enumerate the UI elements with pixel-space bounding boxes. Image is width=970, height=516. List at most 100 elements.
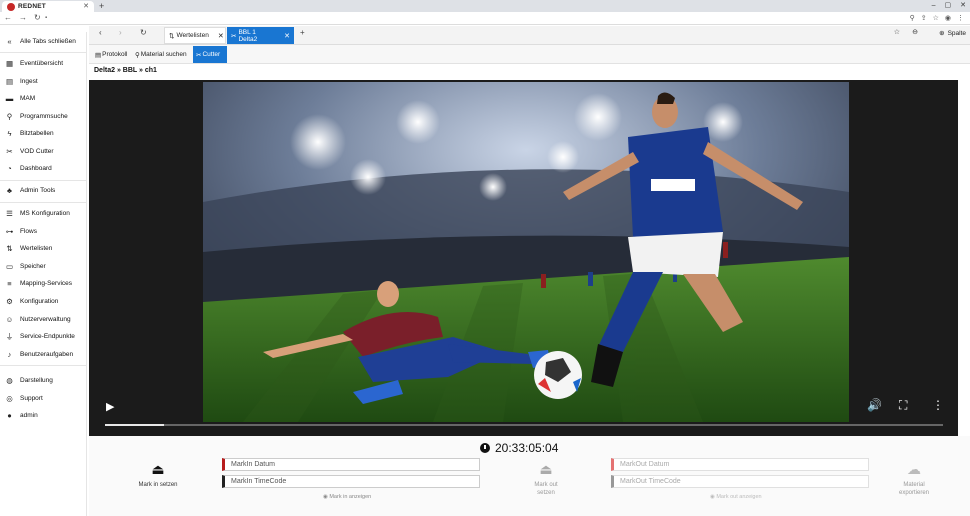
progress-fill <box>105 424 164 426</box>
sidebar-item-mapping-services[interactable]: ≡ Mapping-Services <box>0 276 87 290</box>
dashboard-icon: ◔ <box>7 163 12 173</box>
sidebar-item-nutzerverwaltung[interactable]: ☺ Nutzerverwaltung <box>0 312 87 326</box>
sidebar-item-bitztabellen[interactable]: ϟ Bitztabellen <box>0 126 87 140</box>
document-icon: ▤ <box>95 51 102 59</box>
brand-name: REDNET <box>18 3 46 10</box>
scissors-icon: ✂ <box>231 32 237 40</box>
sidebar-item-mam[interactable]: ▬ MAM <box>0 91 87 105</box>
show-mark-out-link[interactable]: ◉ Mark out anzeigen <box>710 494 762 500</box>
sidebar-item-vod-cutter[interactable]: ✂ VOD Cutter <box>0 144 87 158</box>
address-bar: ← → ↻ ▪ ⚲ ⇪ ☆ ◉ ⋮ <box>0 12 970 25</box>
fullscreen-icon[interactable]: ⛶ <box>899 398 907 413</box>
protokoll-button[interactable]: ▤ Protokoll <box>92 46 130 63</box>
menu-icon[interactable]: ⋮ <box>957 14 964 22</box>
add-tab-button[interactable]: + <box>300 28 305 37</box>
sidebar-item-admin[interactable]: ● admin <box>0 408 87 422</box>
video-frame <box>203 82 849 422</box>
scissors-icon: ✂ <box>196 51 202 59</box>
minimize-icon[interactable]: – <box>932 0 936 12</box>
forward-icon[interactable]: → <box>19 13 27 22</box>
volume-icon[interactable]: 🔊 <box>867 398 882 412</box>
zoom-icon[interactable]: ⚲ <box>910 14 915 22</box>
star-icon[interactable]: ☆ <box>894 28 900 36</box>
sidebar-item-benutzeraufgaben[interactable]: ♪ Benutzeraufgaben <box>0 347 87 361</box>
eye-icon: ◉ <box>710 494 715 500</box>
tab-bbl-1-delta2[interactable]: ✂ BBL 1 Delta2 ✕ <box>227 27 294 44</box>
scissors-icon: ✂ <box>6 146 13 156</box>
close-icon[interactable]: ✕ <box>284 32 290 40</box>
bell-icon: ♪ <box>7 349 12 359</box>
minus-circle-icon[interactable]: ⊖ <box>912 28 918 36</box>
sidebar-item-ms-konfiguration[interactable]: ☰ MS Konfiguration <box>0 206 87 220</box>
more-options-icon[interactable]: ⋮ <box>932 398 944 412</box>
sidebar-item-speicher[interactable]: ▭ Speicher <box>0 259 87 273</box>
markin-date-field[interactable]: MarkIn Datum <box>222 458 480 471</box>
browser-tab[interactable]: REDNET ✕ <box>2 1 94 12</box>
close-icon[interactable]: ✕ <box>218 32 224 40</box>
markout-timecode-field[interactable]: MarkOut TimeCode <box>611 475 869 488</box>
lock-icon[interactable]: ▪ <box>45 15 47 21</box>
spalte-button[interactable]: ⊕ Spalte <box>939 29 966 38</box>
eject-icon: ⏏ <box>539 461 553 477</box>
sidebar-item-eventuebersicht[interactable]: ▦ Eventübersicht <box>0 56 87 70</box>
chevron-right-icon[interactable]: › <box>119 28 122 37</box>
flow-icon: ⊶ <box>5 226 14 236</box>
plug-icon: ⏚ <box>5 331 14 341</box>
close-icon[interactable]: ✕ <box>83 2 89 10</box>
sidebar-item-service-endpunkte[interactable]: ⏚ Service-Endpunkte <box>0 329 87 343</box>
sub-toolbar: ▤ Protokoll ⚲ Material suchen ✂ Cutter <box>89 45 970 64</box>
plus-circle-icon: ⊕ <box>939 30 945 37</box>
double-chevron-left-icon: « <box>7 36 12 46</box>
sidebar-item-darstellung[interactable]: ◍ Darstellung <box>0 373 87 387</box>
markin-timecode-field[interactable]: MarkIn TimeCode <box>222 475 480 488</box>
video-player[interactable]: ▶ 🔊 ⛶ ⋮ <box>89 80 958 436</box>
profile-icon[interactable]: ◉ <box>945 14 951 22</box>
clock-icon <box>480 443 490 453</box>
calendar-icon: ▦ <box>5 58 14 68</box>
bolt-icon: ϟ <box>7 128 12 138</box>
sidebar-item-wertelisten[interactable]: ⇅ Wertelisten <box>0 241 87 255</box>
sidebar: «Alle Tabs schließen ▦ Eventübersicht ▤ In… <box>0 32 87 516</box>
back-icon[interactable]: ← <box>4 13 12 22</box>
user-cog-icon: ♣ <box>7 185 12 195</box>
storage-icon: ▭ <box>5 261 14 271</box>
reload-icon[interactable]: ↻ <box>140 28 147 37</box>
tab-wertelisten[interactable]: ⇅ Wertelisten ✕ <box>164 27 226 44</box>
material-suchen-button[interactable]: ⚲ Material suchen <box>132 46 190 63</box>
mark-out-button[interactable]: ⏏ Mark out setzen <box>526 461 566 497</box>
chevron-left-icon[interactable]: ‹ <box>99 28 102 37</box>
sidebar-item-flows[interactable]: ⊶ Flows <box>0 224 87 238</box>
star-icon[interactable]: ☆ <box>933 14 939 22</box>
new-tab-button[interactable]: + <box>99 1 104 11</box>
maximize-icon[interactable]: ▢ <box>945 0 952 12</box>
current-timecode: 20:33:05:04 <box>480 441 558 455</box>
reload-icon[interactable]: ↻ <box>34 13 41 22</box>
search-icon: ⚲ <box>6 111 13 121</box>
sidebar-item-konfiguration[interactable]: ⚙ Konfiguration <box>0 294 87 308</box>
show-mark-in-link[interactable]: ◉ Mark in anzeigen <box>323 494 371 500</box>
globe-icon: ◎ <box>6 393 13 403</box>
rednet-logo-icon <box>7 2 15 11</box>
sidebar-item-admin-tools[interactable]: ♣ Admin Tools <box>0 183 87 197</box>
app-tab-bar: ‹ › ↻ ⇅ Wertelisten ✕ ✂ BBL 1 Delta2 ✕ +… <box>89 26 970 45</box>
sidebar-item-programmsuche[interactable]: ⚲ Programmsuche <box>0 109 87 123</box>
mark-in-button[interactable]: ⏏ Mark in setzen <box>138 461 178 489</box>
progress-bar[interactable] <box>105 424 943 426</box>
sidebar-item-dashboard[interactable]: ◔ Dashboard <box>0 161 87 175</box>
cutter-button[interactable]: ✂ Cutter <box>193 46 227 63</box>
window-controls: – ▢ ✕ <box>932 0 966 12</box>
sidebar-item-ingest[interactable]: ▤ Ingest <box>0 74 87 88</box>
play-icon[interactable]: ▶ <box>106 400 114 413</box>
folder-icon: ▬ <box>5 93 14 103</box>
list-icon: ☰ <box>6 208 13 218</box>
sidebar-item-support[interactable]: ◎ Support <box>0 391 87 405</box>
browser-tabstrip: REDNET ✕ + – ▢ ✕ <box>0 0 970 12</box>
file-icon: ▤ <box>5 76 14 86</box>
users-icon: ☺ <box>5 314 14 324</box>
eye-icon: ◉ <box>323 494 328 500</box>
markout-date-field[interactable]: MarkOut Datum <box>611 458 869 471</box>
sidebar-item-close-all[interactable]: «Alle Tabs schließen <box>0 34 87 48</box>
close-window-icon[interactable]: ✕ <box>960 0 966 12</box>
export-material-button[interactable]: ☁ Material exportieren <box>893 461 935 497</box>
share-icon[interactable]: ⇪ <box>921 14 927 22</box>
